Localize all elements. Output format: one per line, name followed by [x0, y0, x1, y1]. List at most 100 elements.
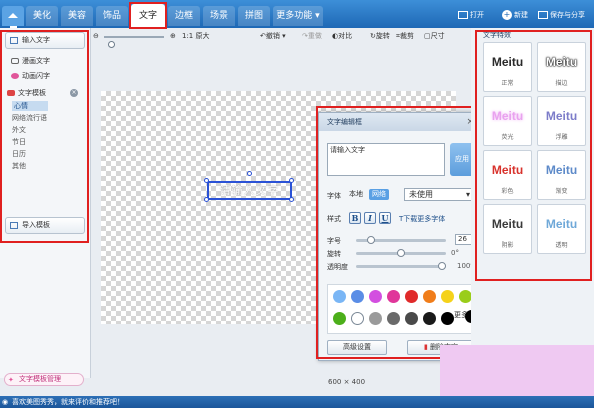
color-swatch[interactable]: [333, 312, 346, 325]
category-holiday[interactable]: 节日: [12, 137, 26, 147]
zoom-knob[interactable]: [108, 41, 115, 48]
size-slider-knob[interactable]: [367, 236, 376, 244]
effect-template[interactable]: Meitu 浮雕: [537, 96, 586, 146]
template-manager-button[interactable]: ✦ 文字模板管理: [4, 373, 84, 386]
tab-more[interactable]: 更多功能 ▾: [273, 6, 323, 26]
rotate-slider-knob[interactable]: [397, 249, 405, 257]
category-calendar[interactable]: 日历: [12, 149, 26, 159]
tab-frame[interactable]: 边框: [168, 6, 200, 26]
effect-caption: 阴影: [501, 242, 514, 249]
crop-button[interactable]: ⌗裁剪: [396, 30, 414, 42]
save-share-button[interactable]: 保存与分享: [538, 8, 585, 22]
compare-label: 对比: [338, 32, 353, 40]
zoom-out-icon[interactable]: ⊖: [93, 30, 99, 42]
resize-handle-tl[interactable]: [204, 178, 209, 183]
effect-caption: 正常: [501, 80, 514, 87]
color-swatch[interactable]: [387, 312, 400, 325]
rotate-handle[interactable]: [247, 171, 252, 176]
color-swatch[interactable]: [441, 290, 454, 303]
import-template-button[interactable]: 导入模板: [5, 217, 85, 234]
text-object[interactable]: 请输入文字: [207, 181, 292, 200]
bold-button[interactable]: B: [349, 212, 361, 224]
template-header[interactable]: 文字模板: [4, 88, 46, 98]
color-swatch[interactable]: [333, 290, 346, 303]
tab-beautify[interactable]: 美化: [26, 6, 58, 26]
rotate-button[interactable]: ↻旋转: [370, 30, 390, 42]
text-input[interactable]: 请输入文字: [327, 143, 445, 176]
right-panel: 文字特效 Meitu 正常 Meitu 描边 Meitu 荧光 Meitu 浮雕 Meitu 彩色…: [471, 28, 594, 378]
effect-caption: 渐变: [555, 188, 568, 195]
resize-handle-bl[interactable]: [204, 197, 209, 202]
compare-button[interactable]: ◐对比: [332, 30, 352, 42]
sparkle-icon: [11, 73, 19, 79]
scale-button[interactable]: ▢尺寸: [424, 30, 445, 42]
chevron-down-icon: ▾: [465, 190, 470, 199]
color-swatch[interactable]: [369, 312, 382, 325]
ratio-button[interactable]: 1:1 原大: [182, 30, 210, 42]
color-swatch[interactable]: [423, 312, 436, 325]
category-other[interactable]: 其他: [12, 161, 26, 171]
original-size-label: 原大: [195, 32, 210, 40]
tab-scene[interactable]: 场景: [203, 6, 235, 26]
home-tab[interactable]: [2, 6, 24, 30]
effect-template[interactable]: Meitu 荧光: [483, 96, 532, 146]
color-swatch[interactable]: [351, 290, 364, 303]
underline-button[interactable]: U: [379, 212, 391, 224]
open-button[interactable]: 打开: [458, 8, 484, 22]
rotate-label: 旋转: [375, 32, 390, 40]
advanced-settings-button[interactable]: 高级设置: [327, 340, 387, 355]
editor-titlebar[interactable]: 文字编辑框 ×: [319, 113, 480, 131]
italic-button[interactable]: I: [364, 212, 376, 224]
resize-handle-tr[interactable]: [289, 178, 294, 183]
effect-template[interactable]: Meitu 阴影: [483, 204, 532, 254]
color-swatch[interactable]: [387, 290, 400, 303]
download-fonts-link[interactable]: T下载更多字体: [399, 214, 445, 224]
color-swatch[interactable]: [405, 290, 418, 303]
zoom-in-icon[interactable]: ⊕: [170, 30, 176, 42]
effect-template[interactable]: Meitu 描边: [537, 42, 586, 92]
effect-template[interactable]: Meitu 正常: [483, 42, 532, 92]
tab-accessories[interactable]: 饰品: [96, 6, 128, 26]
effect-template[interactable]: Meitu 渐变: [537, 150, 586, 200]
undo-label: 撤销: [265, 32, 280, 40]
category-internet-slang[interactable]: 网络流行语: [12, 113, 47, 123]
font-label: 字体: [327, 192, 341, 200]
chevron-down-icon: ▾: [315, 11, 320, 21]
color-swatch[interactable]: [369, 290, 382, 303]
zoom-slider[interactable]: [104, 36, 164, 48]
category-mood[interactable]: 心情: [12, 101, 48, 111]
crop-label: 裁剪: [399, 32, 414, 40]
undo-button[interactable]: ↶撤销 ▾: [260, 30, 286, 42]
input-text-button[interactable]: 输入文字: [5, 32, 85, 49]
new-button[interactable]: + 新建: [502, 8, 528, 22]
tab-collage[interactable]: 拼图: [238, 6, 270, 26]
color-swatch[interactable]: [441, 312, 454, 325]
comic-text-label: 漫画文字: [22, 57, 50, 65]
rotate-slider[interactable]: [356, 249, 446, 257]
resize-handle-br[interactable]: [289, 197, 294, 202]
size-slider[interactable]: [356, 236, 446, 244]
opacity-slider-knob[interactable]: [438, 262, 446, 270]
tab-beauty[interactable]: 美容: [61, 6, 93, 26]
effect-preview-text: Meitu: [545, 55, 578, 69]
size-label: 字号: [327, 237, 341, 245]
effect-template[interactable]: Meitu 透明: [537, 204, 586, 254]
effect-template[interactable]: Meitu 彩色: [483, 150, 532, 200]
font-tab-online[interactable]: 网络: [369, 189, 389, 200]
category-foreign[interactable]: 外文: [12, 125, 26, 135]
collapse-icon[interactable]: ×: [70, 89, 78, 97]
redo-button[interactable]: ↷重做: [302, 30, 322, 42]
opacity-slider[interactable]: [356, 262, 446, 270]
import-label: 导入模板: [22, 221, 50, 229]
font-select[interactable]: 未使用 ▾: [404, 188, 474, 201]
color-swatch[interactable]: [423, 290, 436, 303]
save-label: 保存与分享: [550, 11, 585, 19]
animated-text-item[interactable]: 动画闪字: [8, 71, 50, 81]
tab-text[interactable]: 文字: [131, 4, 165, 28]
template-icon: [7, 90, 15, 96]
text-editor-dialog: 文字编辑框 × 请输入文字 应用 字体 本地 网络 未使用▾ 样式 B I U …: [318, 112, 481, 361]
color-swatch[interactable]: [405, 312, 418, 325]
font-tab-local[interactable]: 本地: [346, 189, 366, 200]
comic-text-item[interactable]: 漫画文字: [8, 56, 50, 66]
color-swatch[interactable]: [351, 312, 364, 325]
